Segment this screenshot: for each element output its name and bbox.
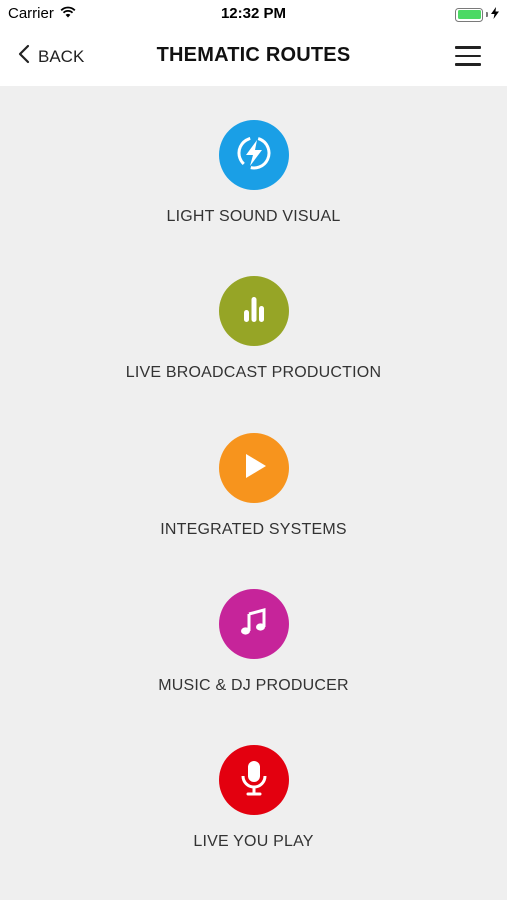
route-icon-circle xyxy=(218,745,289,815)
route-icon-circle xyxy=(218,589,289,659)
route-icon-circle xyxy=(218,276,289,346)
route-live-you-play[interactable]: LIVE YOU PLAY xyxy=(0,745,507,875)
route-light-sound-visual[interactable]: LIGHT SOUND VISUAL xyxy=(0,120,507,250)
route-icon-circle xyxy=(218,120,289,190)
navigation-bar: BACK THEMATIC ROUTES xyxy=(0,28,507,86)
lightning-icon xyxy=(234,133,274,178)
hamburger-menu-icon[interactable] xyxy=(455,46,481,66)
play-icon xyxy=(237,449,271,488)
route-music-dj-producer[interactable]: MUSIC & DJ PRODUCER xyxy=(0,589,507,719)
charging-icon xyxy=(491,6,499,23)
bar-chart-icon xyxy=(237,292,271,331)
route-label: INTEGRATED SYSTEMS xyxy=(160,521,347,538)
battery-indicator xyxy=(455,6,499,23)
music-note-icon xyxy=(237,605,271,644)
route-integrated-systems[interactable]: INTEGRATED SYSTEMS xyxy=(0,433,507,563)
route-icon-circle xyxy=(218,433,289,503)
status-bar: Carrier 12:32 PM xyxy=(0,0,507,28)
route-label: LIGHT SOUND VISUAL xyxy=(166,208,341,225)
microphone-icon xyxy=(236,758,272,803)
route-live-broadcast-production[interactable]: LIVE BROADCAST PRODUCTION xyxy=(0,276,507,406)
route-label: LIVE YOU PLAY xyxy=(193,833,314,850)
page-title: THEMATIC ROUTES xyxy=(156,44,351,66)
battery-icon xyxy=(455,7,483,22)
route-label: MUSIC & DJ PRODUCER xyxy=(158,677,349,694)
route-label: LIVE BROADCAST PRODUCTION xyxy=(125,364,382,381)
clock: 12:32 PM xyxy=(220,5,287,22)
